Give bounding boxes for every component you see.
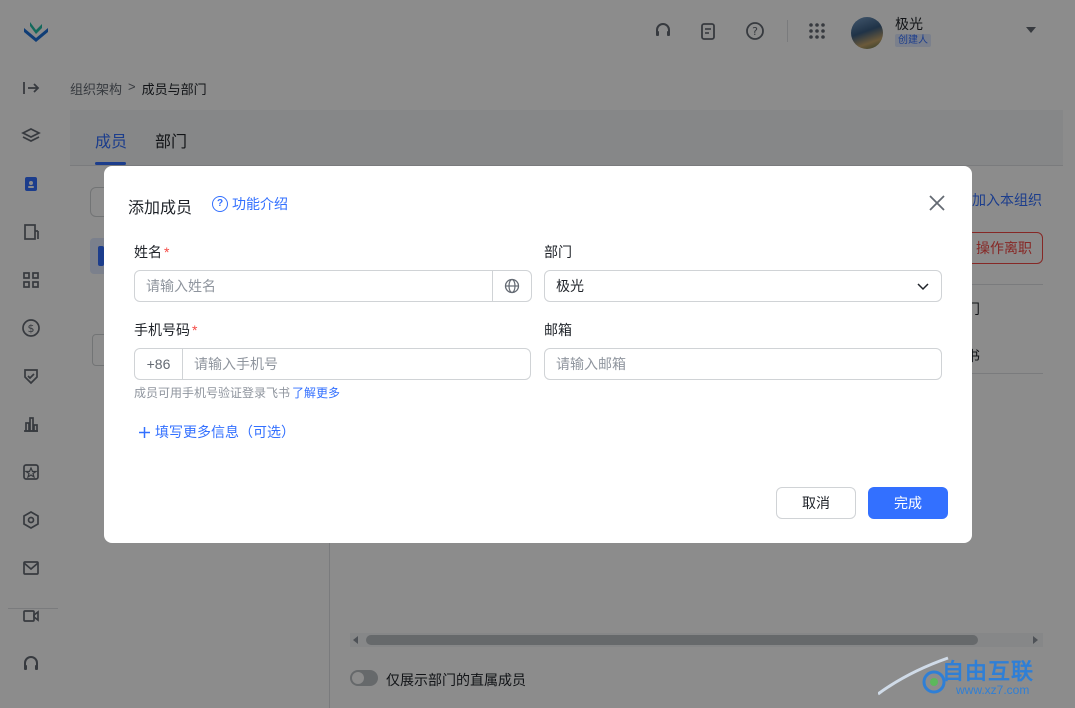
email-placeholder: 请输入邮箱	[556, 356, 626, 372]
country-code-select[interactable]: +86	[135, 349, 183, 379]
dialog-title: 添加成员	[128, 200, 193, 217]
more-info-label: 填写更多信息（可选）	[155, 424, 295, 440]
add-member-dialog: 添加成员 ? 功能介绍 姓名 * 请输入姓名 部门 极光 手机号码 * +86 请输…	[104, 166, 972, 543]
plus-icon	[139, 426, 150, 438]
name-placeholder: 请输入姓名	[146, 278, 216, 294]
required-mark: *	[164, 244, 170, 260]
language-globe-button[interactable]	[492, 271, 531, 301]
help-icon: ?	[212, 196, 228, 212]
close-icon[interactable]	[926, 192, 948, 214]
phone-hint: 成员可用手机号验证登录飞书 了解更多	[134, 386, 341, 400]
feature-intro-label[interactable]: 功能介绍	[232, 194, 288, 214]
phone-field[interactable]: +86 请输入手机号	[134, 348, 531, 380]
name-label: 姓名 *	[134, 244, 170, 260]
name-field[interactable]: 请输入姓名	[134, 270, 532, 302]
chevron-down-icon	[917, 283, 929, 291]
department-label: 部门	[544, 244, 572, 260]
learn-more-link[interactable]: 了解更多	[292, 386, 340, 400]
email-label: 邮箱	[544, 322, 572, 338]
phone-label: 手机号码 *	[134, 322, 198, 338]
department-value: 极光	[556, 278, 584, 294]
phone-placeholder: 请输入手机号	[194, 356, 278, 372]
required-mark: *	[192, 322, 198, 338]
watermark-text: 自由互联	[942, 659, 1035, 684]
feature-intro-link[interactable]: ? 功能介绍	[212, 194, 288, 214]
department-select[interactable]: 极光	[544, 270, 942, 302]
cancel-button[interactable]: 取消	[776, 487, 856, 519]
globe-icon	[504, 278, 520, 294]
watermark-url: www.xz7.com	[956, 683, 1030, 697]
email-field[interactable]: 请输入邮箱	[544, 348, 942, 380]
confirm-button[interactable]: 完成	[868, 487, 948, 519]
more-info-button[interactable]: 填写更多信息（可选）	[138, 422, 295, 442]
